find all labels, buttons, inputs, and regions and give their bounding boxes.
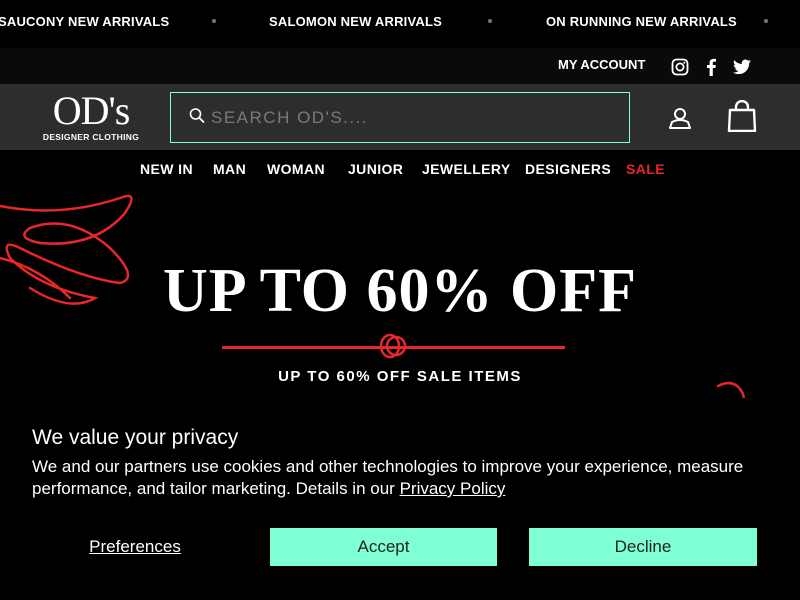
ticker-separator <box>212 19 216 23</box>
logo-wordmark: OD's <box>52 88 131 133</box>
promo-ticker: SAUCONY NEW ARRIVALS SALOMON NEW ARRIVAL… <box>0 0 800 44</box>
search-icon[interactable] <box>189 108 205 129</box>
search-bar <box>170 92 630 143</box>
utility-bar: MY ACCOUNT <box>0 48 800 84</box>
nav-designers[interactable]: DESIGNERS <box>525 161 611 177</box>
privacy-policy-link[interactable]: Privacy Policy <box>400 479 506 498</box>
nav-jewellery[interactable]: JEWELLERY <box>422 161 511 177</box>
my-account-link[interactable]: MY ACCOUNT <box>558 57 645 72</box>
instagram-icon[interactable] <box>670 57 690 77</box>
ticker-separator <box>764 19 768 23</box>
hero-title: UP TO 60% OFF <box>162 257 638 325</box>
site-logo[interactable]: OD's DESIGNER CLOTHING <box>38 88 144 144</box>
shopping-bag-icon[interactable] <box>727 99 757 137</box>
nav-new-in[interactable]: NEW IN <box>140 161 193 177</box>
preferences-button[interactable]: Preferences <box>40 528 230 566</box>
decorative-knot <box>379 333 407 359</box>
accept-button[interactable]: Accept <box>270 528 497 566</box>
page: SAUCONY NEW ARRIVALS SALOMON NEW ARRIVAL… <box>0 0 800 600</box>
cookie-consent-banner: We value your privacy We and our partner… <box>0 398 800 600</box>
ticker-item[interactable]: SAUCONY NEW ARRIVALS <box>0 14 169 29</box>
nav-junior[interactable]: JUNIOR <box>348 161 403 177</box>
cookie-text: We and our partners use cookies and othe… <box>32 457 744 498</box>
search-input[interactable] <box>211 93 621 142</box>
main-navigation: NEW IN MAN WOMAN JUNIOR JEWELLERY DESIGN… <box>0 150 800 188</box>
facebook-icon[interactable] <box>701 57 721 77</box>
ticker-item[interactable]: SALOMON NEW ARRIVALS <box>269 14 442 29</box>
nav-woman[interactable]: WOMAN <box>267 161 325 177</box>
account-icon[interactable] <box>668 107 692 134</box>
site-header: OD's DESIGNER CLOTHING <box>0 84 800 150</box>
cookie-description: We and our partners use cookies and othe… <box>32 456 772 500</box>
decline-button[interactable]: Decline <box>529 528 757 566</box>
ticker-separator <box>488 19 492 23</box>
nav-man[interactable]: MAN <box>213 161 246 177</box>
ticker-item[interactable]: ON RUNNING NEW ARRIVALS <box>546 14 737 29</box>
hero-subtitle: UP TO 60% OFF SALE ITEMS <box>278 368 522 385</box>
twitter-icon[interactable] <box>732 57 752 77</box>
cookie-title: We value your privacy <box>32 426 239 449</box>
logo-tagline: DESIGNER CLOTHING <box>42 132 140 142</box>
sale-hero-banner[interactable]: UP TO 60% OFF UP TO 60% OFF SALE ITEMS <box>0 188 800 418</box>
nav-sale[interactable]: SALE <box>626 161 665 177</box>
